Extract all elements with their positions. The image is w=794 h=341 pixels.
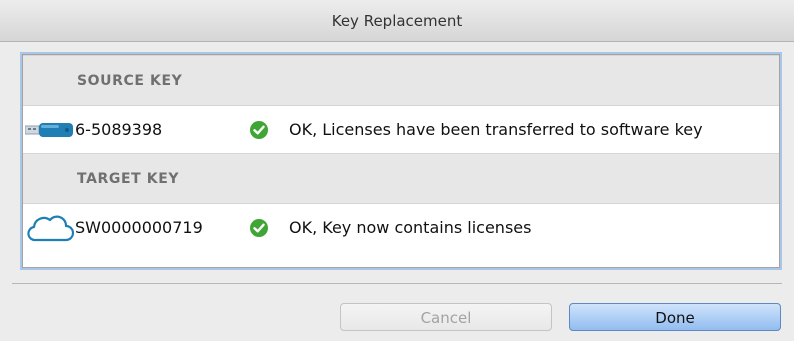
window-title: Key Replacement xyxy=(331,12,463,30)
check-circle-icon xyxy=(250,121,268,139)
source-key-row: 6-5089398 OK, Licenses have been transfe… xyxy=(23,105,779,153)
title-bar: Key Replacement xyxy=(0,0,794,42)
divider xyxy=(12,283,782,284)
source-key-status: OK, Licenses have been transferred to so… xyxy=(289,120,703,139)
key-list-panel: SOURCE KEY 6-5089398 OK, Licenses have b… xyxy=(22,54,780,268)
target-key-status: OK, Key now contains licenses xyxy=(289,218,532,237)
source-key-id: 6-5089398 xyxy=(75,120,163,139)
source-key-label: SOURCE KEY xyxy=(77,73,183,89)
target-key-label: TARGET KEY xyxy=(77,171,180,187)
check-circle-icon xyxy=(250,219,268,237)
usb-key-icon xyxy=(25,123,73,137)
target-key-id: SW0000000719 xyxy=(75,218,203,237)
target-key-row: SW0000000719 OK, Key now contains licens… xyxy=(23,203,779,251)
cancel-button[interactable]: Cancel xyxy=(340,303,552,331)
cloud-icon xyxy=(27,215,74,242)
target-key-header: TARGET KEY xyxy=(23,153,779,203)
source-key-header: SOURCE KEY xyxy=(23,55,779,105)
done-button[interactable]: Done xyxy=(569,303,781,331)
